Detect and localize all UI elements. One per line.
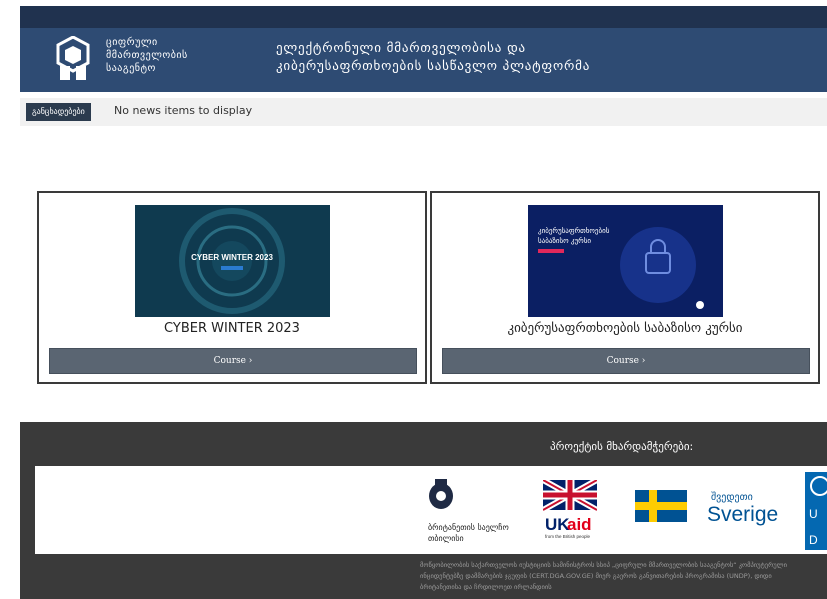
sponsors-title: პროექტის მხარდამჭერები: [550, 440, 694, 453]
thumb-caption-line: კიბერუსაფრთხოების [538, 226, 610, 235]
news-label[interactable]: განცხადებები [26, 103, 91, 121]
agency-name-line: ციფრული [106, 37, 158, 48]
ukaid-flag-icon[interactable]: UK aid from the British people [543, 480, 597, 540]
site-footer: პროექტის მხარდამჭერები: ბრიტანეთის საელჩ… [20, 422, 827, 599]
course-card-cyber-winter[interactable]: CYBER WINTER 2023 CYBER WINTER 2023 Cour… [37, 191, 427, 384]
uk-embassy-line: თბილისი [428, 534, 464, 543]
course-button[interactable]: Course › [49, 348, 417, 374]
sweden-label: შვედეთი [711, 492, 753, 503]
site-header: ციფრული მმართველობის სააგენტო ელექტრონულ… [20, 28, 827, 92]
ukaid-sub-text: from the British people [545, 534, 591, 539]
uk-embassy-line: ბრიტანეთის საელჩო [428, 523, 509, 532]
platform-title: ელექტრონული მმართველობისა და კიბერუსაფრთ… [276, 40, 590, 76]
agency-name[interactable]: ციფრული მმართველობის სააგენტო [106, 36, 188, 75]
course-button[interactable]: Course › [442, 348, 810, 374]
course-thumbnail-cyber-winter[interactable]: CYBER WINTER 2023 [135, 205, 330, 317]
agency-logo-icon[interactable] [56, 36, 90, 82]
course-title[interactable]: კიბერუსაფრთხოების საბაზისო კურსი [432, 321, 818, 336]
news-ticker: განცხადებები No news items to display [20, 98, 827, 126]
footer-note: მოწყობილობის საქართველოს იუსტიციის სამინ… [420, 561, 787, 591]
platform-title-line: კიბერუსაფრთხოების სასწავლო პლატფორმა [276, 59, 591, 74]
course-title[interactable]: CYBER WINTER 2023 [39, 321, 425, 336]
thumb-caption-line: საბაზისო კურსი [538, 236, 591, 245]
top-bar [20, 6, 827, 28]
sponsor-logos: ბრიტანეთის საელჩო თბილისი UK aid from th… [35, 466, 827, 554]
ukaid-aid-text: aid [567, 515, 592, 534]
course-card-cyber-basics[interactable]: კიბერუსაფრთხოების საბაზისო კურსი კიბერუს… [430, 191, 820, 384]
sweden-name[interactable]: Sverige [707, 503, 778, 527]
agency-name-line: მმართველობის [106, 50, 188, 61]
undp-letter-d: D [809, 533, 818, 547]
uk-crest-icon[interactable] [426, 476, 456, 512]
undp-icon[interactable]: U D [805, 472, 827, 550]
thumb-caption: CYBER WINTER 2023 [191, 253, 273, 262]
news-text: No news items to display [114, 104, 253, 117]
undp-letter-u: U [809, 507, 818, 521]
agency-name-line: სააგენტო [106, 63, 156, 74]
uk-embassy-label[interactable]: ბრიტანეთის საელჩო თბილისი [428, 522, 509, 544]
platform-title-line: ელექტრონული მმართველობისა და [276, 41, 526, 56]
sweden-flag-icon[interactable] [635, 490, 687, 522]
course-thumbnail-cyber-basics[interactable]: კიბერუსაფრთხოების საბაზისო კურსი [528, 205, 723, 317]
